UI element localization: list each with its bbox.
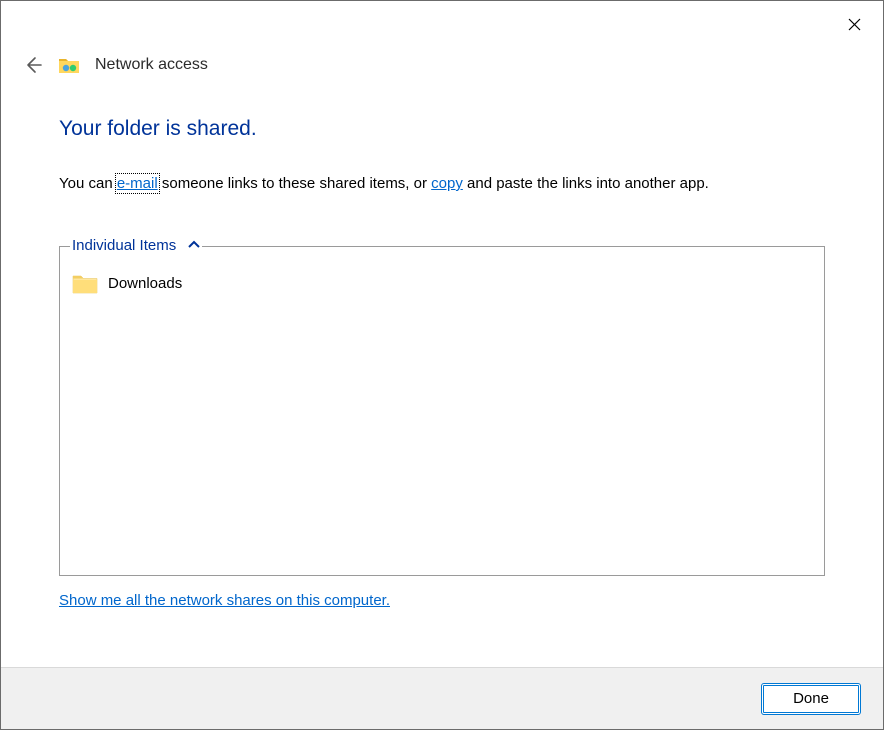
button-bar: Done <box>1 667 883 729</box>
collapse-chevron-icon <box>188 240 200 250</box>
individual-items-group: Individual Items Downloads <box>59 246 825 576</box>
folder-icon <box>72 273 98 295</box>
dialog-window: Network access Your folder is shared. Yo… <box>0 0 884 730</box>
content-area: Your folder is shared. You can e-mail so… <box>1 87 883 667</box>
list-item[interactable]: Downloads <box>72 273 812 295</box>
instruction-text: You can e-mail someone links to these sh… <box>59 173 825 196</box>
instruction-suffix: and paste the links into another app. <box>463 175 709 192</box>
groupbox-label: Individual Items <box>70 237 182 254</box>
email-link[interactable]: e-mail <box>117 175 158 192</box>
page-heading: Your folder is shared. <box>59 117 825 141</box>
back-button[interactable] <box>21 53 45 77</box>
instruction-prefix: You can <box>59 175 117 192</box>
show-all-shares-link[interactable]: Show me all the network shares on this c… <box>59 592 390 609</box>
copy-link[interactable]: copy <box>431 175 463 192</box>
groupbox-header[interactable]: Individual Items <box>70 237 814 254</box>
back-arrow-icon <box>23 55 43 75</box>
items-list: Downloads <box>60 247 824 321</box>
wizard-title: Network access <box>95 56 208 74</box>
instruction-mid: someone links to these shared items, or <box>158 175 431 192</box>
network-share-icon <box>59 55 81 75</box>
item-label: Downloads <box>108 275 182 292</box>
done-button[interactable]: Done <box>761 683 861 715</box>
footer-link-row: Show me all the network shares on this c… <box>59 592 825 609</box>
close-button[interactable] <box>839 9 869 39</box>
wizard-header: Network access <box>1 1 883 87</box>
close-icon <box>848 18 861 31</box>
